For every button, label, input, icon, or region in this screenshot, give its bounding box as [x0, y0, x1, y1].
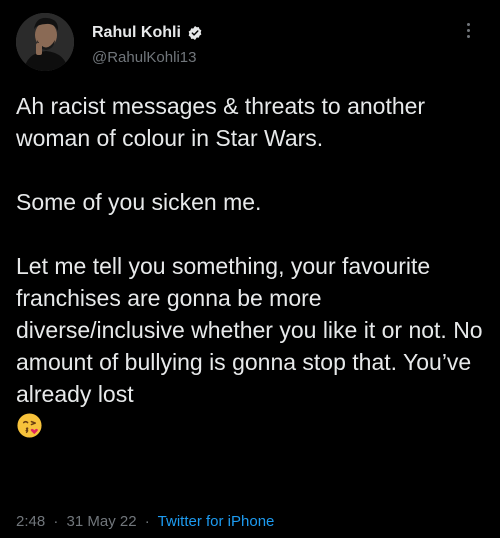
tweet-meta: 2:48 · 31 May 22 · Twitter for iPhone	[16, 513, 274, 530]
avatar[interactable]	[16, 13, 74, 71]
meta-separator: ·	[53, 513, 59, 530]
meta-separator: ·	[144, 513, 150, 530]
display-name[interactable]: Rahul Kohli	[92, 24, 181, 42]
profile-photo	[16, 13, 74, 71]
author-row: Rahul Kohli	[92, 24, 203, 42]
tweet-source-link[interactable]: Twitter for iPhone	[158, 513, 275, 530]
tweet-time[interactable]: 2:48	[16, 513, 45, 530]
face-blowing-kiss-emoji	[16, 412, 43, 439]
tweet-text: Ah racist messages & threats to another …	[16, 90, 486, 442]
tweet: Rahul Kohli @RahulKohli13 Ah racist mess…	[0, 0, 500, 538]
author-handle[interactable]: @RahulKohli13	[92, 49, 196, 66]
tweet-paragraph: Ah racist messages & threats to another …	[16, 93, 432, 151]
tweet-paragraph-final: Let me tell you something, your favourit…	[16, 250, 486, 442]
more-options-icon[interactable]	[458, 18, 478, 42]
verified-badge-icon	[187, 25, 203, 41]
tweet-date[interactable]: 31 May 22	[67, 513, 137, 530]
tweet-paragraph: Let me tell you something, your favourit…	[16, 253, 489, 407]
tweet-paragraph: Some of you sicken me.	[16, 189, 262, 215]
